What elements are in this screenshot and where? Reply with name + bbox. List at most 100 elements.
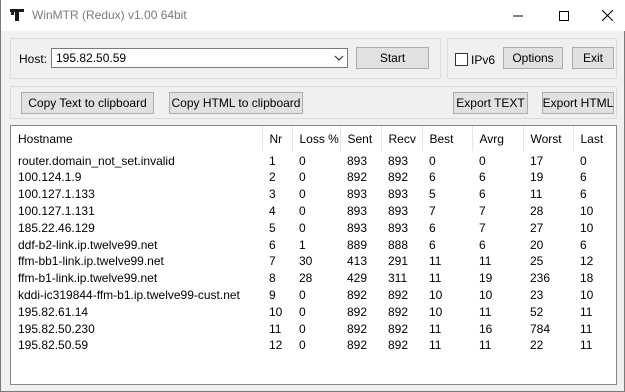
window-title: WinMTR (Redux) v1.00 64bit	[32, 8, 187, 22]
table-cell: 893	[388, 187, 409, 202]
table-cell: 892	[347, 338, 368, 353]
column-header-loss[interactable]: Loss %	[292, 126, 341, 151]
table-cell: 892	[347, 287, 368, 302]
winmtr-window: WinMTR (Redux) v1.00 64bit Host: 195.82.…	[0, 0, 625, 392]
export-html-button[interactable]: Export HTML	[542, 92, 614, 114]
minimize-icon	[513, 15, 523, 16]
table-cell: 6	[269, 237, 276, 252]
table-row[interactable]: 195.82.61.14 10 0 892 892 10 11 52 11	[11, 303, 616, 320]
table-row[interactable]: ffm-b1-link.ip.twelve99.net 8 28 429 311 11 19…	[11, 270, 616, 287]
options-button[interactable]: Options	[503, 47, 563, 69]
table-cell: 18	[580, 271, 594, 286]
maximize-button[interactable]	[541, 0, 587, 31]
table-cell: 893	[347, 187, 368, 202]
table-cell: 6	[580, 170, 587, 185]
table-cell: 6	[479, 187, 486, 202]
host-combobox[interactable]: 195.82.50.59	[51, 48, 348, 68]
table-row[interactable]: ddf-b2-link.ip.twelve99.net 6 1 889 888 6 6 20 6	[11, 236, 616, 253]
table-cell: 893	[388, 220, 409, 235]
table-cell: 195.82.50.230	[18, 321, 95, 336]
column-header-best[interactable]: Best	[422, 126, 473, 151]
close-button[interactable]	[584, 0, 625, 31]
table-cell: 893	[388, 154, 409, 168]
results-grid: Hostname Nr Loss % Sent Recv Best Avrg W…	[11, 126, 616, 354]
table-cell: 892	[388, 170, 409, 185]
table-row[interactable]: 100.124.1.9 2 0 892 892 6 6 19 6	[11, 169, 616, 186]
table-cell: 19	[530, 170, 544, 185]
table-cell: 889	[347, 237, 368, 252]
table-cell: 892	[388, 287, 409, 302]
table-cell: 9	[269, 287, 276, 302]
table-row[interactable]: 195.82.50.59 12 0 892 892 11 11 22 11	[11, 337, 616, 354]
column-header-sent[interactable]: Sent	[340, 126, 382, 151]
column-header-hostname[interactable]: Hostname	[11, 126, 263, 151]
column-header-worst[interactable]: Worst	[523, 126, 574, 151]
table-cell: 12	[580, 254, 594, 269]
ipv6-checkbox[interactable]	[455, 53, 468, 66]
table-cell: 6	[479, 170, 486, 185]
minimize-button[interactable]	[495, 0, 541, 31]
table-row[interactable]: 100.127.1.131 4 0 893 893 7 7 28 10	[11, 203, 616, 220]
copy-html-button[interactable]: Copy HTML to clipboard	[169, 92, 303, 114]
table-cell: 892	[347, 170, 368, 185]
copy-text-button[interactable]: Copy Text to clipboard	[21, 92, 154, 114]
table-cell: 28	[530, 203, 544, 218]
table-cell: 17	[530, 154, 544, 168]
table-cell: 6	[429, 237, 436, 252]
ipv6-label[interactable]: IPv6	[471, 53, 495, 67]
column-header-recv[interactable]: Recv	[381, 126, 423, 151]
export-text-button[interactable]: Export TEXT	[453, 92, 528, 114]
table-cell: 19	[479, 271, 493, 286]
table-cell: 311	[388, 271, 408, 286]
table-cell: 1	[269, 154, 276, 168]
column-header-last[interactable]: Last	[573, 126, 616, 151]
table-cell: 892	[388, 321, 409, 336]
table-cell: 27	[530, 220, 544, 235]
table-cell: 10	[479, 287, 493, 302]
table-cell: 0	[299, 321, 306, 336]
table-cell: 413	[347, 254, 368, 269]
table-row[interactable]: ffm-bb1-link.ip.twelve99.net 7 30 413 291 11 1…	[11, 253, 616, 270]
table-cell: 11	[580, 304, 593, 319]
table-cell: 7	[479, 220, 486, 235]
table-cell: 52	[530, 304, 544, 319]
table-cell: 784	[530, 321, 551, 336]
table-cell: 100.127.1.133	[18, 187, 95, 202]
table-cell: 11	[429, 321, 442, 336]
table-cell: 195.82.50.59	[18, 338, 89, 353]
table-cell: 893	[347, 203, 368, 218]
table-cell: 236	[530, 271, 551, 286]
table-cell: 11	[580, 321, 593, 336]
host-input[interactable]: 195.82.50.59	[56, 51, 126, 65]
table-cell: 892	[347, 304, 368, 319]
start-button[interactable]: Start	[356, 47, 429, 69]
table-cell: 25	[530, 254, 544, 269]
table-row[interactable]: kddi-ic319844-ffm-b1.ip.twelve99-cust.ne…	[11, 287, 616, 304]
chevron-down-icon[interactable]	[334, 55, 344, 62]
table-row[interactable]: 185.22.46.129 5 0 893 893 6 7 27 10	[11, 219, 616, 236]
table-cell: 0	[479, 154, 486, 168]
table-row[interactable]: router.domain_not_set.invalid 1 0 893 893 0 0 1…	[11, 151, 616, 169]
table-cell: 10	[580, 203, 594, 218]
table-cell: 195.82.61.14	[18, 304, 89, 319]
table-cell: 100.124.1.9	[18, 170, 82, 185]
table-cell: 11	[479, 254, 492, 269]
close-icon	[601, 10, 613, 21]
table-cell: 5	[429, 187, 436, 202]
host-label: Host:	[19, 52, 48, 66]
table-cell: 7	[479, 203, 486, 218]
results-table[interactable]: Hostname Nr Loss % Sent Recv Best Avrg W…	[10, 125, 617, 385]
title-bar[interactable]: WinMTR (Redux) v1.00 64bit	[1, 0, 625, 31]
table-cell: 0	[299, 154, 306, 168]
column-header-nr[interactable]: Nr	[262, 126, 293, 151]
app-icon	[10, 9, 24, 21]
table-row[interactable]: 195.82.50.230 11 0 892 892 11 16 784 11	[11, 320, 616, 337]
table-cell: 11	[580, 338, 593, 353]
column-header-avrg[interactable]: Avrg	[472, 126, 524, 151]
exit-button[interactable]: Exit	[572, 47, 614, 69]
table-cell: 7	[269, 254, 276, 269]
table-cell: 0	[429, 154, 436, 168]
table-cell: 185.22.46.129	[18, 220, 95, 235]
table-row[interactable]: 100.127.1.133 3 0 893 893 5 6 11 6	[11, 186, 616, 203]
maximize-icon	[559, 10, 569, 21]
